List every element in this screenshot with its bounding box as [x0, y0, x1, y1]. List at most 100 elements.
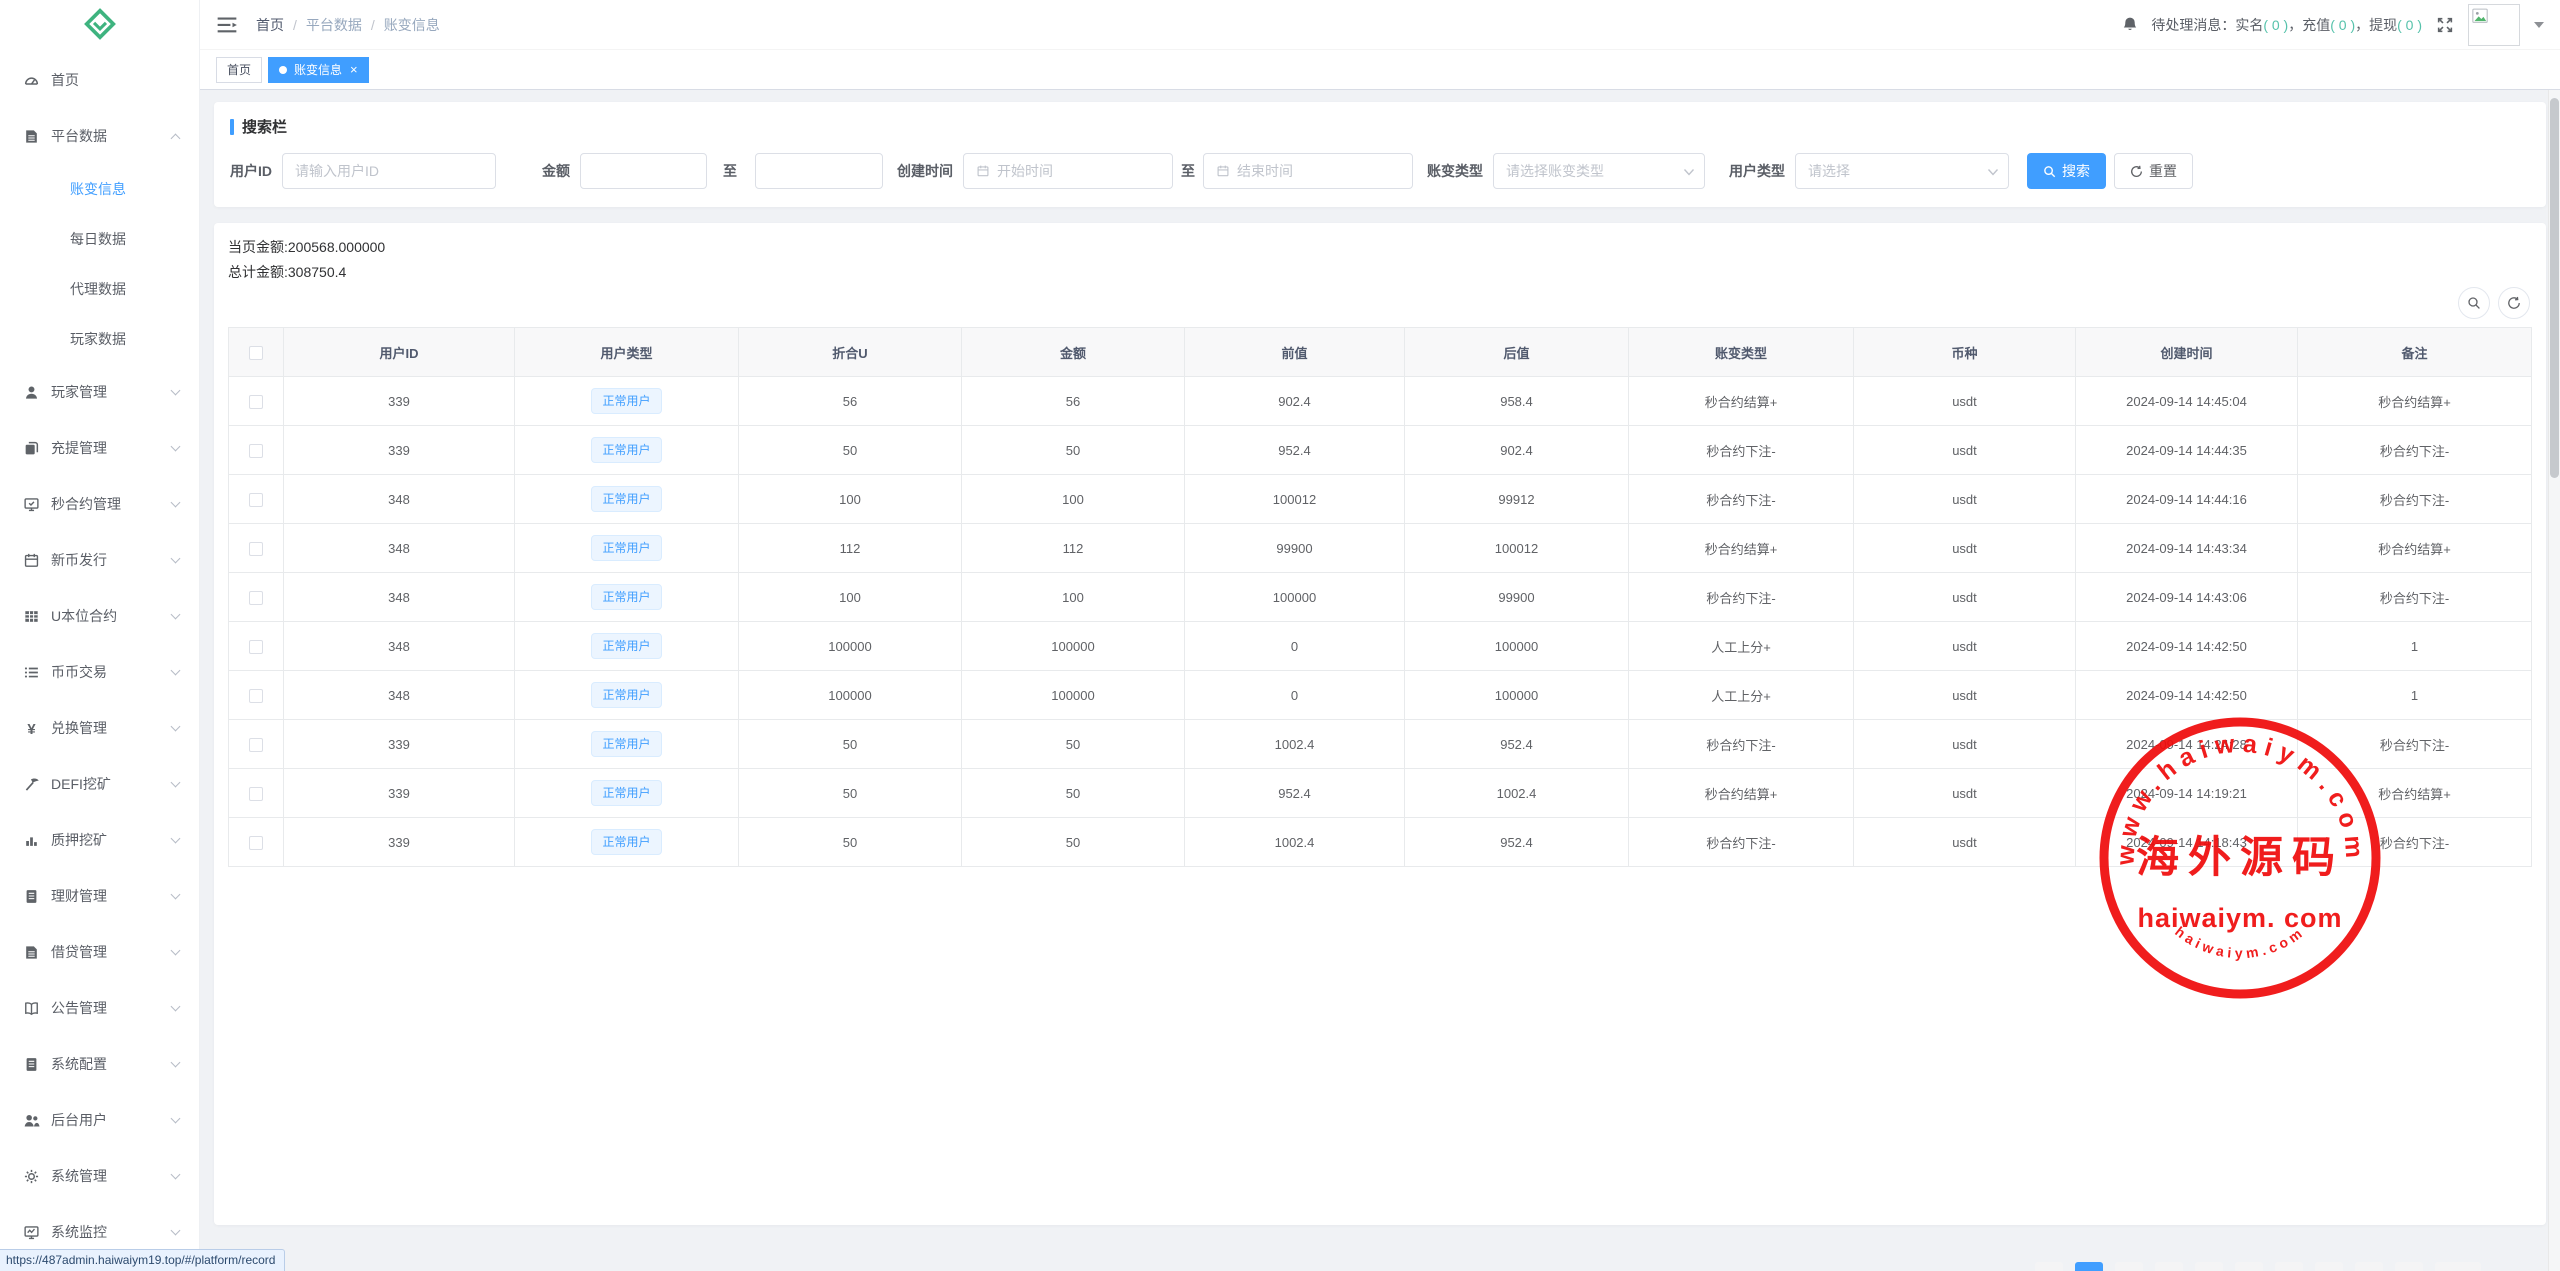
cell-after: 100012: [1405, 524, 1629, 573]
pagination-page[interactable]: [2315, 1262, 2343, 1271]
bell-icon[interactable]: [2121, 16, 2139, 34]
user-type-tag: 正常用户: [591, 584, 661, 610]
pagination-page[interactable]: [2355, 1262, 2383, 1271]
pagination-page[interactable]: [2395, 1262, 2423, 1271]
pagination-page[interactable]: [2275, 1262, 2303, 1271]
cell-change-type: 秒合约结算+: [1629, 524, 1854, 573]
cell-coin: usdt: [1854, 475, 2076, 524]
active-dot-icon: [279, 66, 287, 74]
pagination-page[interactable]: [2235, 1262, 2263, 1271]
cell-before: 100012: [1185, 475, 1405, 524]
cell-change-type: 秒合约下注-: [1629, 475, 1854, 524]
tab-home[interactable]: 首页: [216, 57, 262, 83]
sidebar-item-label: 平台数据: [51, 126, 172, 146]
amount-max-input[interactable]: [755, 153, 883, 189]
records-panel: 当页金额:200568.000000 总计金额:308750.4: [214, 223, 2546, 1225]
cell-created-time: 2024-09-14 14:24:28: [2076, 720, 2298, 769]
user-type-select[interactable]: 请选择: [1795, 153, 2009, 189]
cell-after: 958.4: [1405, 377, 1629, 426]
cell-before: 1002.4: [1185, 818, 1405, 867]
sidebar-item-staking[interactable]: 质押挖矿: [0, 812, 199, 868]
row-checkbox[interactable]: [249, 591, 263, 605]
vertical-scrollbar[interactable]: [2548, 90, 2560, 1271]
change-type-select[interactable]: 请选择账变类型: [1493, 153, 1705, 189]
row-checkbox[interactable]: [249, 542, 263, 556]
row-checkbox[interactable]: [249, 738, 263, 752]
user-icon: [22, 384, 40, 401]
sidebar-item-player-mgmt[interactable]: 玩家管理: [0, 364, 199, 420]
tab-close-icon[interactable]: ×: [350, 63, 358, 76]
sidebar-item-admin-users[interactable]: 后台用户: [0, 1092, 199, 1148]
status-url-text: https://487admin.haiwaiym19.top/#/platfo…: [6, 1253, 275, 1267]
tab-account-change[interactable]: 账变信息 ×: [268, 57, 369, 83]
pagination-page-active[interactable]: [2075, 1262, 2103, 1271]
row-checkbox[interactable]: [249, 787, 263, 801]
reset-button[interactable]: 重置: [2114, 153, 2193, 189]
search-button[interactable]: 搜索: [2027, 153, 2106, 189]
sidebar-item-u-contract[interactable]: U本位合约: [0, 588, 199, 644]
zoom-tool-button[interactable]: [2458, 287, 2490, 319]
user-type-tag: 正常用户: [591, 633, 661, 659]
sidebar-item-system-mgmt[interactable]: 系统管理: [0, 1148, 199, 1204]
pagination-page[interactable]: [2195, 1262, 2223, 1271]
sidebar-item-announcement[interactable]: 公告管理: [0, 980, 199, 1036]
page-content: 搜索栏 用户ID 金额 至 创建时间 开始时间 至: [200, 90, 2560, 1271]
sidebar-menu: 首页 平台数据 账变信息 每日数据 代理数据 玩家数据: [0, 52, 199, 1260]
end-time-input[interactable]: 结束时间: [1203, 153, 1413, 189]
chevron-down-icon: [171, 553, 181, 563]
user-id-input[interactable]: [282, 153, 496, 189]
sidebar-subitem-player-data[interactable]: 玩家数据: [0, 314, 199, 364]
cell-before: 100000: [1185, 573, 1405, 622]
sidebar-item-system-config[interactable]: 系统配置: [0, 1036, 199, 1092]
pagination-page[interactable]: [2115, 1262, 2143, 1271]
breadcrumb-home[interactable]: 首页: [256, 15, 284, 35]
row-checkbox[interactable]: [249, 444, 263, 458]
sidebar-item-home[interactable]: 首页: [0, 52, 199, 108]
sidebar-subitem-daily-data[interactable]: 每日数据: [0, 214, 199, 264]
fullscreen-icon[interactable]: [2434, 14, 2456, 36]
row-checkbox[interactable]: [249, 836, 263, 850]
amount-min-input[interactable]: [580, 153, 707, 189]
cell-user-id: 339: [284, 769, 515, 818]
cell-usdt-equiv: 100000: [739, 622, 962, 671]
pagination-next-button[interactable]: [2435, 1262, 2481, 1271]
sidebar-subitem-label: 玩家数据: [70, 329, 126, 349]
sidebar-subitem-label: 每日数据: [70, 229, 126, 249]
sidebar-item-coin-trade[interactable]: 币币交易: [0, 644, 199, 700]
sidebar-subitem-agent-data[interactable]: 代理数据: [0, 264, 199, 314]
sidebar-item-wealth[interactable]: 理财管理: [0, 868, 199, 924]
sidebar-item-deposit-withdraw[interactable]: 充提管理: [0, 420, 199, 476]
select-all-checkbox[interactable]: [249, 346, 263, 360]
search-icon: [2043, 165, 2056, 178]
cell-usdt-equiv: 100: [739, 573, 962, 622]
page-amount-summary: 当页金额:200568.000000: [228, 235, 2532, 260]
sidebar-item-exchange[interactable]: ¥ 兑换管理: [0, 700, 199, 756]
sidebar-toggle-icon[interactable]: [216, 15, 238, 35]
pagination-page[interactable]: [2155, 1262, 2183, 1271]
pagination-prev-button[interactable]: [2035, 1262, 2063, 1271]
sidebar-item-defi[interactable]: DEFI挖矿: [0, 756, 199, 812]
cell-amount: 50: [962, 818, 1185, 867]
caret-down-icon[interactable]: [2534, 22, 2544, 28]
scrollbar-thumb[interactable]: [2550, 98, 2559, 478]
sidebar-item-second-contract[interactable]: 秒合约管理: [0, 476, 199, 532]
row-checkbox[interactable]: [249, 689, 263, 703]
sidebar-item-platform-data[interactable]: 平台数据: [0, 108, 199, 164]
sidebar: 首页 平台数据 账变信息 每日数据 代理数据 玩家数据: [0, 0, 200, 1271]
sidebar-item-loan[interactable]: 借贷管理: [0, 924, 199, 980]
chevron-down-icon: [171, 497, 181, 507]
monitor-icon: [22, 1224, 40, 1241]
row-checkbox[interactable]: [249, 395, 263, 409]
avatar[interactable]: [2468, 4, 2520, 46]
row-checkbox[interactable]: [249, 493, 263, 507]
app-logo[interactable]: [0, 0, 199, 52]
start-time-input[interactable]: 开始时间: [963, 153, 1173, 189]
refresh-tool-button[interactable]: [2498, 287, 2530, 319]
table-header-row: 用户ID 用户类型 折合U 金额 前值 后值 账变类型 币种 创建时间 备注: [229, 328, 2532, 377]
row-checkbox[interactable]: [249, 640, 263, 654]
sidebar-subitem-account-change[interactable]: 账变信息: [0, 164, 199, 214]
sidebar-item-new-coin[interactable]: 新币发行: [0, 532, 199, 588]
breadcrumb-separator: /: [371, 17, 375, 33]
cell-after: 1002.4: [1405, 769, 1629, 818]
cell-before: 952.4: [1185, 769, 1405, 818]
